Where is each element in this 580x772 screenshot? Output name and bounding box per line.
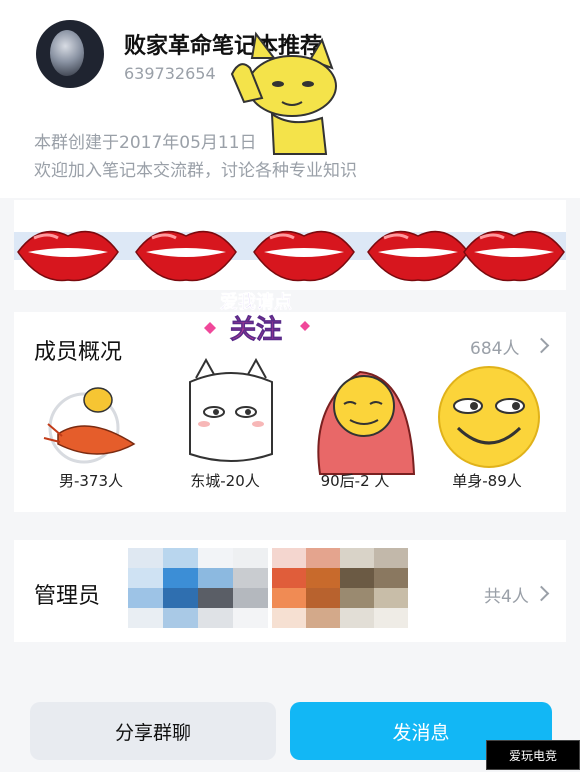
blanket-sticker bbox=[317, 370, 416, 475]
members-count: 684人 bbox=[470, 339, 520, 359]
admins-count: 共4人 bbox=[484, 587, 529, 607]
member-label-age: 90后-2 人 bbox=[320, 472, 390, 490]
bunny-sticker bbox=[189, 357, 273, 462]
member-label-region: 东城-20人 bbox=[190, 472, 260, 490]
admins-title: 管理员 bbox=[34, 584, 101, 609]
member-label-gender: 男-373人 bbox=[58, 472, 124, 490]
group-header: 败家革命笔记本推荐 639732654 本群创建于2017年05月11日 欢迎加… bbox=[0, 0, 580, 198]
admin-avatar-blurred[interactable] bbox=[128, 548, 268, 628]
group-avatar[interactable] bbox=[36, 20, 104, 88]
dog-sticker bbox=[230, 31, 337, 155]
member-item-region[interactable] bbox=[176, 357, 286, 468]
members-title: 成员概况 bbox=[34, 340, 123, 365]
admin-avatar-blurred[interactable] bbox=[272, 548, 408, 628]
member-item-status[interactable] bbox=[434, 362, 544, 472]
member-label-status: 单身-89人 bbox=[452, 472, 522, 490]
sticker-line1: 爱我请点 bbox=[220, 291, 292, 313]
shrimp-sticker bbox=[43, 387, 136, 464]
group-id: 639732654 bbox=[124, 64, 216, 83]
share-group-button[interactable]: 分享群聊 bbox=[30, 702, 276, 760]
watermark-logo: 爱玩电竞 bbox=[486, 740, 580, 770]
group-description: 欢迎加入笔记本交流群，讨论各种专业知识 bbox=[34, 161, 357, 181]
lips-stickers bbox=[17, 230, 566, 282]
follow-sticker: 爱我请点 关注 bbox=[204, 291, 310, 345]
sticker-line2: 关注 bbox=[230, 314, 282, 345]
member-item-age[interactable] bbox=[310, 364, 420, 475]
smile-sticker bbox=[438, 366, 540, 468]
